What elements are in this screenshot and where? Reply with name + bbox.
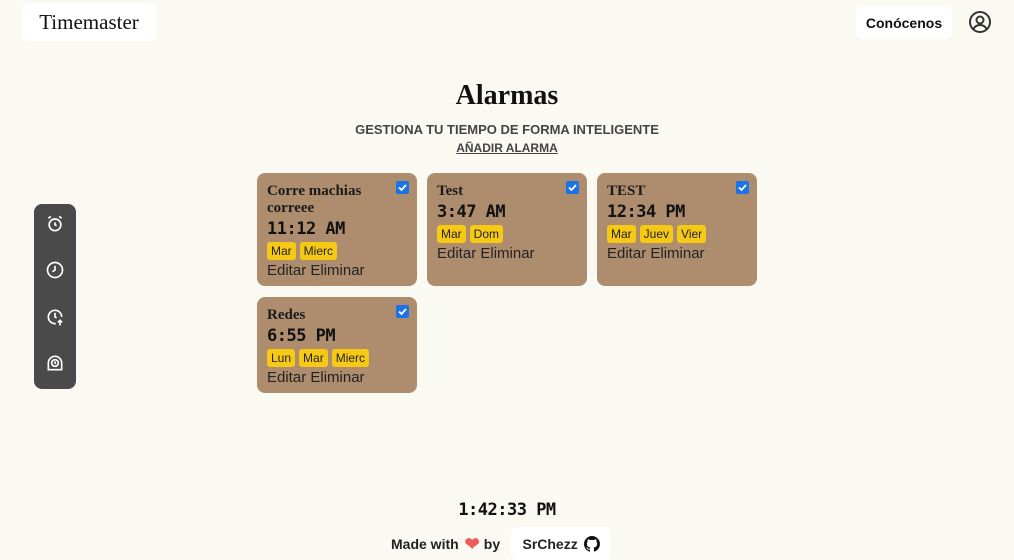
page-subtitle: GESTIONA TU TIEMPO DE FORMA INTELIGENTE <box>355 122 659 137</box>
alarm-name: Corre machias correee <box>267 183 362 216</box>
made-by-text: by <box>483 535 501 552</box>
delete-alarm-button[interactable]: Eliminar <box>650 245 704 262</box>
delete-alarm-button[interactable]: Eliminar <box>310 262 364 279</box>
alarm-card: Test 3:47 AM Mar Dom Editar Eliminar <box>427 173 587 286</box>
day-badge: Mierc <box>299 242 338 260</box>
delete-alarm-button[interactable]: Eliminar <box>480 245 534 262</box>
made-with-text: Made with <box>391 535 459 552</box>
author-github-link[interactable]: SrChezz <box>511 527 612 560</box>
brand-name: Timemaster <box>39 9 139 34</box>
alarm-card: Corre machias correee 11:12 AM Mar Mierc… <box>257 173 417 286</box>
alarm-active-checkbox[interactable] <box>396 305 409 318</box>
day-badge: Mar <box>437 225 466 243</box>
alarm-days: Lun Mar Mierc <box>267 349 407 367</box>
delete-alarm-button[interactable]: Eliminar <box>310 369 364 386</box>
alarm-days: Mar Juev Vier <box>607 225 747 243</box>
add-alarm-container: AÑADIR ALARMA <box>0 139 1014 157</box>
day-badge: Mar <box>607 225 636 243</box>
github-icon <box>583 535 600 552</box>
alarm-actions: Editar Eliminar <box>607 244 747 263</box>
alarm-icon[interactable] <box>45 214 65 234</box>
footer-credits: Made with ❤ by SrChezz <box>391 527 612 560</box>
day-badge: Lun <box>267 349 296 367</box>
alarm-name: Redes <box>267 307 306 323</box>
day-badge: Juev <box>639 225 674 243</box>
edit-alarm-button[interactable]: Editar <box>267 262 306 279</box>
alarm-actions: Editar Eliminar <box>267 261 407 280</box>
alarm-card: Redes 6:55 PM Lun Mar Mierc Editar Elimi… <box>257 297 417 393</box>
edit-alarm-button[interactable]: Editar <box>267 369 306 386</box>
heart-icon: ❤ <box>464 533 480 554</box>
edit-alarm-button[interactable]: Editar <box>437 245 476 262</box>
current-time-clock: 1:42:33 PM <box>458 500 556 520</box>
alarm-actions: Editar Eliminar <box>267 368 407 387</box>
clock-arrow-up-icon[interactable] <box>45 307 65 327</box>
alarm-time: 6:55 PM <box>267 326 336 346</box>
sidebar-nav <box>34 204 76 389</box>
clock-icon[interactable] <box>45 260 65 280</box>
alarm-time: 11:12 AM <box>267 219 345 239</box>
about-button[interactable]: Conócenos <box>856 6 952 39</box>
day-badge: Mierc <box>331 349 370 367</box>
edit-alarm-button[interactable]: Editar <box>607 245 646 262</box>
alarm-active-checkbox[interactable] <box>566 181 579 194</box>
author-name: SrChezz <box>522 535 578 552</box>
alarm-card: TEST 12:34 PM Mar Juev Vier Editar Elimi… <box>597 173 757 286</box>
timer-icon[interactable] <box>45 353 65 373</box>
brand-logo[interactable]: Timemaster <box>22 3 156 41</box>
alarm-days: Mar Mierc <box>267 242 407 260</box>
alarm-active-checkbox[interactable] <box>736 181 749 194</box>
alarm-name: TEST <box>607 183 646 199</box>
alarm-active-checkbox[interactable] <box>396 181 409 194</box>
page-title: Alarmas <box>455 80 559 111</box>
alarm-time: 3:47 AM <box>437 202 506 222</box>
add-alarm-link[interactable]: AÑADIR ALARMA <box>456 141 558 155</box>
about-button-label: Conócenos <box>865 14 943 31</box>
day-badge: Mar <box>267 242 296 260</box>
day-badge: Vier <box>677 225 707 243</box>
alarm-time: 12:34 PM <box>607 202 685 222</box>
alarm-actions: Editar Eliminar <box>437 244 577 263</box>
alarm-name: Test <box>437 183 464 199</box>
day-badge: Dom <box>469 225 504 243</box>
alarm-days: Mar Dom <box>437 225 577 243</box>
user-account-icon[interactable] <box>968 10 992 34</box>
day-badge: Mar <box>299 349 328 367</box>
